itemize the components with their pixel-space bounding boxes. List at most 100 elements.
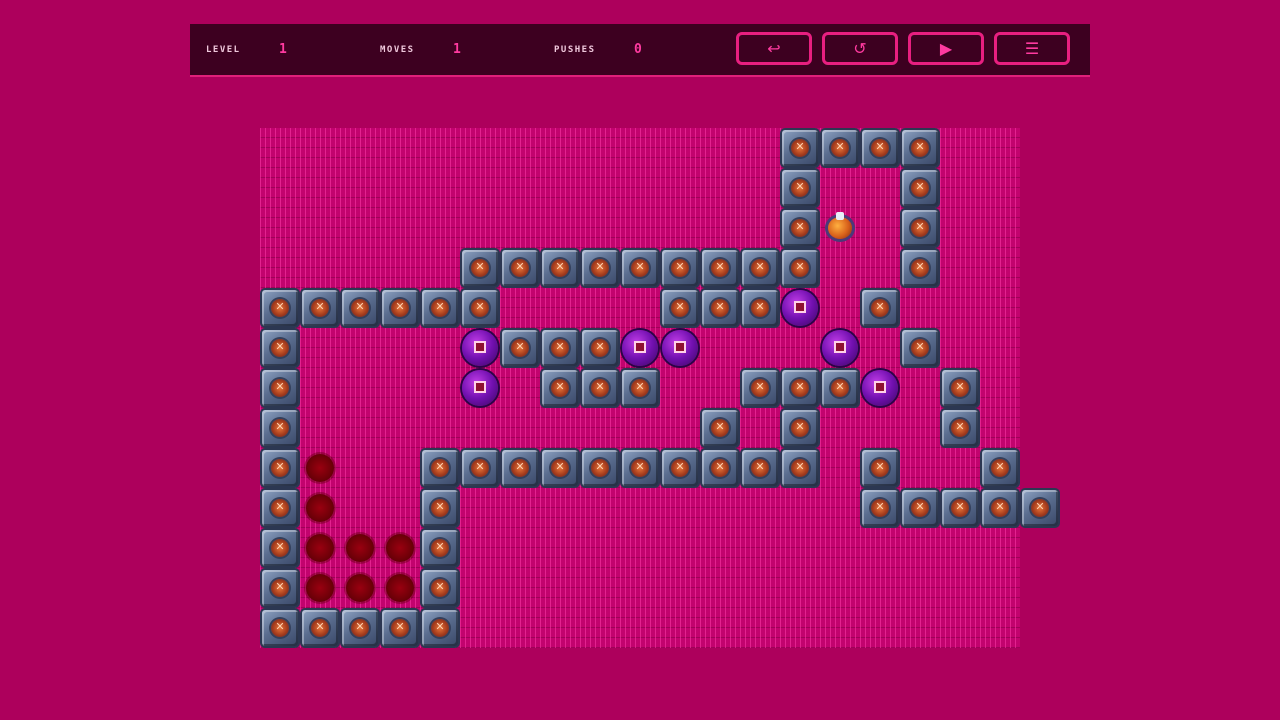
wall-tile <box>340 608 380 648</box>
wall-tile <box>620 448 660 488</box>
hud-bar: LEVEL 1 MOVES 1 PUSHES 0 ↩ ↺ ▶ ☰ <box>190 24 1090 77</box>
wall-tile <box>660 248 700 288</box>
goal-target <box>340 568 380 608</box>
wall-tile <box>460 448 500 488</box>
wall-tile <box>940 368 980 408</box>
wall-tile <box>700 448 740 488</box>
wall-tile <box>500 248 540 288</box>
wall-tile <box>620 248 660 288</box>
moves-value: 1 <box>453 42 461 57</box>
wall-tile <box>580 448 620 488</box>
wall-tile <box>260 488 300 528</box>
wall-tile <box>260 288 300 328</box>
wall-tile <box>900 128 940 168</box>
play-button[interactable]: ▶ <box>908 32 984 65</box>
wall-tile <box>260 608 300 648</box>
goal-target <box>300 448 340 488</box>
crate-gem <box>460 368 500 408</box>
restart-icon: ↺ <box>853 39 867 58</box>
menu-button[interactable]: ☰ <box>994 32 1070 65</box>
goal-target <box>340 528 380 568</box>
wall-tile <box>260 328 300 368</box>
wall-tile <box>780 248 820 288</box>
wall-tile <box>300 608 340 648</box>
game-board[interactable] <box>260 128 1060 648</box>
wall-tile <box>900 168 940 208</box>
wall-tile <box>420 528 460 568</box>
wall-tile <box>900 328 940 368</box>
wall-tile <box>740 368 780 408</box>
wall-tile <box>780 408 820 448</box>
wall-tile <box>340 288 380 328</box>
wall-tile <box>420 488 460 528</box>
crate-gem <box>820 328 860 368</box>
wall-tile <box>700 248 740 288</box>
wall-tile <box>780 168 820 208</box>
wall-tile <box>540 368 580 408</box>
wall-tile <box>780 448 820 488</box>
play-icon: ▶ <box>939 39 953 58</box>
wall-tile <box>260 368 300 408</box>
wall-tile <box>660 448 700 488</box>
undo-button[interactable]: ↩ <box>736 32 812 65</box>
pushes-label: PUSHES <box>554 45 596 55</box>
crate-gem <box>460 328 500 368</box>
wall-tile <box>580 368 620 408</box>
level-label: LEVEL <box>206 45 241 55</box>
wall-tile <box>860 488 900 528</box>
wall-tile <box>580 328 620 368</box>
wall-tile <box>940 488 980 528</box>
wall-tile <box>260 528 300 568</box>
wall-tile <box>860 448 900 488</box>
wall-tile <box>420 568 460 608</box>
level-value: 1 <box>279 42 287 57</box>
pushes-value: 0 <box>634 42 642 57</box>
hamburger-menu-icon: ☰ <box>1024 39 1040 58</box>
crate-gem <box>780 288 820 328</box>
wall-tile <box>740 448 780 488</box>
wall-tile <box>740 288 780 328</box>
undo-arrow-icon: ↩ <box>767 39 781 58</box>
wall-tile <box>460 288 500 328</box>
wall-tile <box>500 448 540 488</box>
wall-tile <box>380 288 420 328</box>
wall-tile <box>900 248 940 288</box>
wall-tile <box>260 408 300 448</box>
wall-tile <box>500 328 540 368</box>
wall-tile <box>540 448 580 488</box>
wall-tile <box>900 488 940 528</box>
wall-tile <box>260 448 300 488</box>
wall-tile <box>620 368 660 408</box>
wall-tile <box>540 328 580 368</box>
wall-tile <box>820 128 860 168</box>
goal-target <box>300 528 340 568</box>
wall-tile <box>820 368 860 408</box>
wall-tile <box>700 408 740 448</box>
wall-tile <box>780 368 820 408</box>
wall-tile <box>460 248 500 288</box>
crate-gem <box>660 328 700 368</box>
wall-tile <box>1020 488 1060 528</box>
wall-tile <box>980 448 1020 488</box>
wall-tile <box>860 288 900 328</box>
wall-tile <box>700 288 740 328</box>
wall-tile <box>300 288 340 328</box>
wall-tile <box>780 208 820 248</box>
wall-tile <box>540 248 580 288</box>
wall-tile <box>940 408 980 448</box>
restart-button[interactable]: ↺ <box>822 32 898 65</box>
wall-tile <box>740 248 780 288</box>
crate-gem <box>620 328 660 368</box>
wall-tile <box>900 208 940 248</box>
wall-tile <box>780 128 820 168</box>
player-robot <box>820 208 860 248</box>
moves-label: MOVES <box>380 45 415 55</box>
wall-tile <box>260 568 300 608</box>
wall-tile <box>420 288 460 328</box>
wall-tile <box>660 288 700 328</box>
wall-tile <box>980 488 1020 528</box>
wall-tile <box>580 248 620 288</box>
goal-target <box>300 568 340 608</box>
goal-target <box>380 568 420 608</box>
crate-gem <box>860 368 900 408</box>
